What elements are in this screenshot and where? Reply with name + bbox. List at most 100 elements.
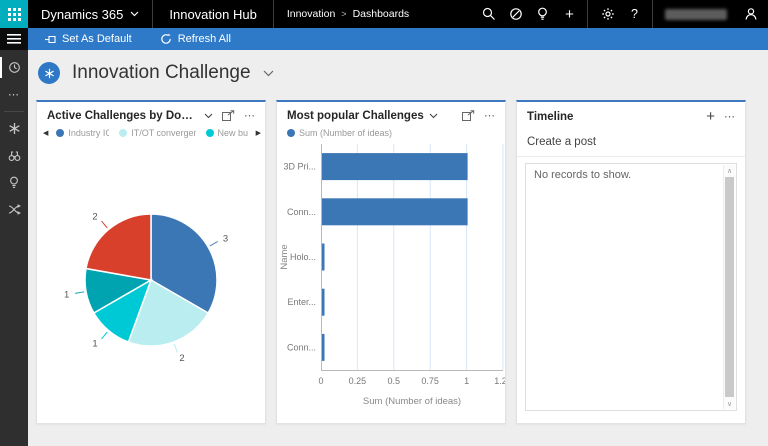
app-name[interactable]: Innovation Hub <box>153 0 273 28</box>
legend-scroll-left[interactable]: ◀ <box>43 129 48 137</box>
left-sidebar: ⋯ <box>0 28 28 446</box>
dynamics-dashboard-page: Dynamics 365 Innovation Hub Innovation >… <box>0 0 768 446</box>
set-as-default-button[interactable]: Set As Default <box>44 33 132 45</box>
bar-Enter...[interactable] <box>322 289 325 316</box>
chevron-down-icon[interactable] <box>204 113 213 119</box>
legend-item[interactable]: Industry IOT <box>56 128 109 138</box>
insights-button[interactable] <box>529 0 556 28</box>
user-menu-button[interactable] <box>737 0 764 28</box>
sidebar-more-button[interactable]: ⋯ <box>0 81 28 108</box>
card-timeline: Timeline + ⋯ Create a post No records to… <box>516 100 746 424</box>
pie-callout-line <box>102 221 108 228</box>
timeline-scrollbar[interactable]: ∧ ∨ <box>723 165 735 409</box>
card-header: Most popular Challenges ⋯ <box>277 102 505 125</box>
search-icon <box>482 7 496 21</box>
legend-item[interactable]: New busi <box>206 128 248 138</box>
popout-icon <box>462 110 475 121</box>
user-name-redacted[interactable] <box>665 9 727 20</box>
bar-chart[interactable]: 00.250.50.7511.253D Pri...Conn...Holo...… <box>277 140 505 414</box>
search-button[interactable] <box>475 0 502 28</box>
command-bar: Set As Default Refresh All <box>28 28 768 50</box>
person-icon <box>744 7 758 21</box>
menu-toggle-button[interactable] <box>0 28 28 50</box>
brand-menu[interactable]: Dynamics 365 <box>41 7 139 22</box>
card-menu-button[interactable]: ⋯ <box>484 109 496 122</box>
pie-data-label: 1 <box>64 289 69 300</box>
legend-scroll-right[interactable]: ▶ <box>256 129 261 137</box>
guided-tasks-button[interactable] <box>502 0 529 28</box>
pie-callout-line <box>102 332 108 339</box>
refresh-all-label: Refresh All <box>178 33 231 45</box>
page-header: Innovation Challenge <box>28 50 768 92</box>
legend-label: Sum (Number of ideas) <box>299 128 392 138</box>
y-category-label: Conn... <box>287 342 316 352</box>
chevron-down-icon <box>130 11 139 17</box>
sidebar-item-dashboards[interactable] <box>0 115 28 142</box>
lightbulb-icon <box>536 7 549 21</box>
sidebar-item-insights[interactable] <box>0 169 28 196</box>
create-post-field[interactable]: Create a post <box>517 127 745 157</box>
breadcrumb-page[interactable]: Dashboards <box>353 8 410 20</box>
help-button[interactable]: ? <box>621 0 648 28</box>
x-tick-label: 1.25 <box>494 376 505 386</box>
breadcrumb: Innovation > Dashboards <box>287 8 409 20</box>
pie-callout-line <box>210 242 218 247</box>
lightbulb-icon <box>8 176 20 189</box>
sidebar-item-processes[interactable] <box>0 196 28 223</box>
app-launcher-button[interactable] <box>0 0 28 28</box>
scrollbar-thumb[interactable] <box>725 177 734 397</box>
bar-legend: Sum (Number of ideas) <box>277 125 505 140</box>
card-menu-button[interactable]: ⋯ <box>724 110 736 123</box>
divider <box>4 111 24 112</box>
scroll-up-arrow[interactable]: ∧ <box>724 165 735 176</box>
legend-item: Sum (Number of ideas) <box>287 128 392 138</box>
card-menu-button[interactable]: ⋯ <box>244 109 256 122</box>
pie-callout-line <box>75 292 84 294</box>
ellipsis-icon: ⋯ <box>8 88 20 101</box>
chevron-down-icon[interactable] <box>429 113 438 119</box>
dashboard-selector-chevron-icon[interactable] <box>263 70 274 77</box>
bar-Conn...[interactable] <box>322 334 325 361</box>
refresh-icon <box>160 33 172 45</box>
pie-data-label: 1 <box>92 339 97 350</box>
pie-data-label: 3 <box>223 234 228 245</box>
expand-chart-button[interactable] <box>462 110 475 121</box>
pie-data-label: 2 <box>92 211 97 222</box>
add-post-button[interactable]: + <box>706 109 715 124</box>
no-records-text: No records to show. <box>526 164 736 186</box>
brand-label: Dynamics 365 <box>41 7 123 22</box>
legend-dot <box>56 129 64 137</box>
bar-Holo...[interactable] <box>322 244 325 271</box>
history-clock-icon <box>8 61 21 74</box>
legend-item[interactable]: IT/OT convergence <box>119 128 195 138</box>
compass-icon <box>509 7 523 21</box>
x-tick-label: 1 <box>464 376 469 386</box>
pie-chart[interactable]: 32112 <box>37 140 265 390</box>
waffle-icon <box>8 8 21 21</box>
card-most-popular: Most popular Challenges ⋯ <box>276 100 506 424</box>
scroll-down-arrow[interactable]: ∨ <box>724 398 735 409</box>
y-category-label: Holo... <box>290 252 316 262</box>
help-icon: ? <box>631 7 638 21</box>
plus-icon: + <box>565 7 574 22</box>
divider <box>587 0 588 28</box>
refresh-all-button[interactable]: Refresh All <box>160 33 231 45</box>
settings-button[interactable] <box>594 0 621 28</box>
quick-create-button[interactable]: + <box>556 0 583 28</box>
y-category-label: Enter... <box>287 297 316 307</box>
legend-label: IT/OT convergence <box>131 128 195 138</box>
pie-callout-line <box>174 344 177 352</box>
legend-label: New busi <box>218 128 248 138</box>
sidebar-item-advanced-find[interactable] <box>0 142 28 169</box>
breadcrumb-section[interactable]: Innovation <box>287 8 335 20</box>
bar-Conn...[interactable] <box>322 198 468 225</box>
y-category-label: 3D Pri... <box>283 162 316 172</box>
popout-icon <box>222 110 235 121</box>
dashboards-icon <box>8 122 21 135</box>
bar-3D Pri...[interactable] <box>322 153 468 180</box>
x-axis-title: Sum (Number of ideas) <box>363 396 461 407</box>
recent-items-button[interactable] <box>0 54 28 81</box>
expand-chart-button[interactable] <box>222 110 235 121</box>
legend-dot <box>119 129 127 137</box>
pie-slice-4[interactable] <box>86 214 151 280</box>
